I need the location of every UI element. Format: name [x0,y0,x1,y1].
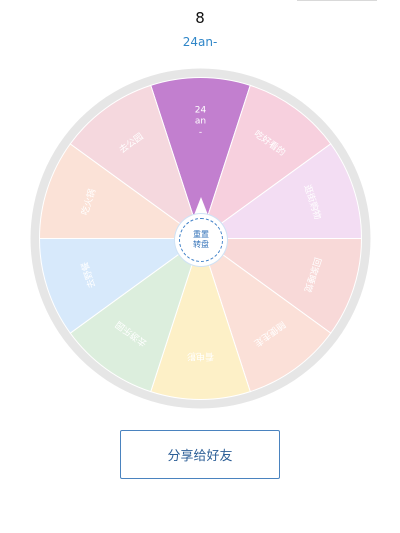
top-divider [297,0,377,1]
spin-result: 24an- [182,35,218,49]
wheel-segment-label: 看电影 [187,351,214,363]
svg-text:24: 24 [195,106,207,116]
reset-wheel-label-2: 转盘 [193,240,209,249]
svg-text:an: an [195,117,206,127]
svg-text:-: - [199,128,202,138]
reset-wheel-inner: 重置 转盘 [179,218,223,262]
reset-wheel-label-1: 重置 [193,230,209,239]
spin-count: 8 [195,9,205,27]
wheel-pointer-icon [194,197,208,215]
reset-wheel-button[interactable]: 重置 转盘 [175,214,227,266]
spin-wheel-page: 8 24an- 24 an - 吃好看的 逛街购物 回家睡觉 随便走走 看电影 去游乐园 去野餐吃… [0,0,400,533]
svg-text:看电影: 看电影 [187,351,214,363]
share-to-friends-button[interactable]: 分享给好友 [120,430,280,479]
